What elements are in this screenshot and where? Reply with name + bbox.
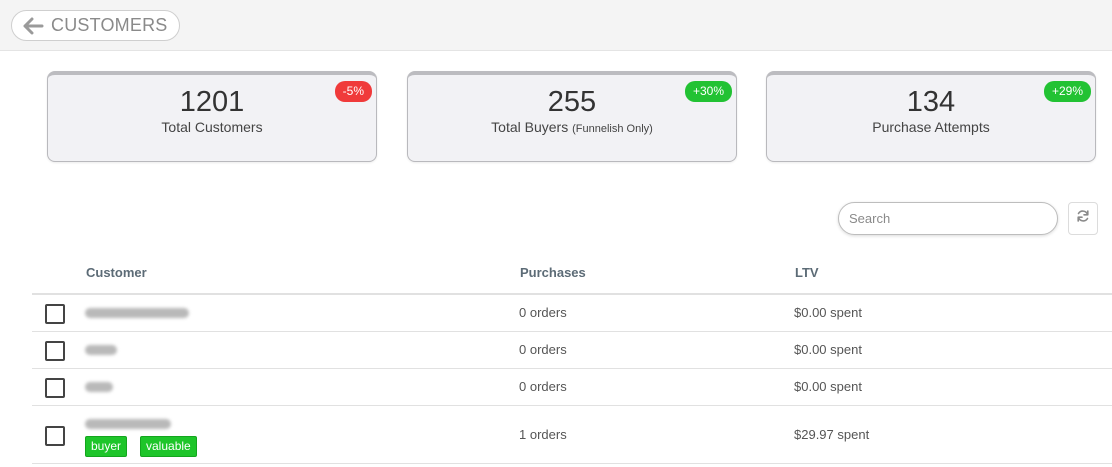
table-row[interactable]: 0 orders $0.00 spent — [32, 369, 1112, 406]
stat-value: 1201 — [179, 86, 245, 118]
tag-valuable[interactable]: valuable — [140, 436, 197, 457]
stat-change-badge: +30% — [684, 81, 732, 102]
stat-card-total-customers: 1201 Total Customers -5% — [47, 71, 377, 162]
page-title: CUSTOMERS — [51, 15, 168, 35]
column-header-ltv[interactable]: LTV — [795, 265, 819, 280]
stat-change-badge: +29% — [1043, 81, 1091, 102]
row-checkbox[interactable] — [45, 378, 65, 398]
stat-card-purchase-attempts: 134 Purchase Attempts +29% — [766, 71, 1096, 162]
stat-label: Total Customers — [161, 119, 263, 135]
row-checkbox[interactable] — [45, 426, 65, 446]
table-row[interactable]: buyer valuable 1 orders $29.97 spent — [32, 406, 1112, 464]
ltv-cell: $0.00 spent — [794, 379, 862, 394]
row-checkbox[interactable] — [45, 304, 65, 324]
redacted-customer-name — [85, 419, 171, 429]
ltv-cell: $0.00 spent — [794, 305, 862, 320]
table-row[interactable]: 0 orders $0.00 spent — [32, 295, 1112, 332]
ltv-cell: $29.97 spent — [794, 427, 870, 442]
back-button[interactable]: CUSTOMERS — [11, 10, 180, 41]
redacted-customer-name — [85, 308, 189, 318]
stat-label: Purchase Attempts — [872, 119, 990, 135]
search-input[interactable] — [838, 202, 1058, 235]
table-row[interactable]: 0 orders $0.00 spent — [32, 332, 1112, 369]
purchases-cell: 0 orders — [519, 342, 567, 357]
stat-label: Total Buyers (Funnelish Only) — [491, 119, 653, 135]
arrow-left-icon — [20, 16, 46, 36]
purchases-cell: 0 orders — [519, 305, 567, 320]
stat-card-total-buyers: 255 Total Buyers (Funnelish Only) +30% — [407, 71, 737, 162]
purchases-cell: 0 orders — [519, 379, 567, 394]
column-header-customer[interactable]: Customer — [86, 265, 147, 280]
ltv-cell: $0.00 spent — [794, 342, 862, 357]
top-bar: CUSTOMERS — [0, 0, 1112, 51]
stat-change-badge: -5% — [334, 81, 372, 102]
redacted-customer-name — [85, 345, 117, 355]
stat-note: (Funnelish Only) — [572, 123, 653, 135]
row-checkbox[interactable] — [45, 341, 65, 361]
refresh-button[interactable] — [1068, 202, 1098, 235]
purchases-cell: 1 orders — [519, 427, 567, 442]
column-header-purchases[interactable]: Purchases — [520, 265, 586, 280]
refresh-icon — [1076, 209, 1090, 228]
redacted-customer-name — [85, 382, 113, 392]
tag-buyer[interactable]: buyer — [85, 436, 128, 457]
